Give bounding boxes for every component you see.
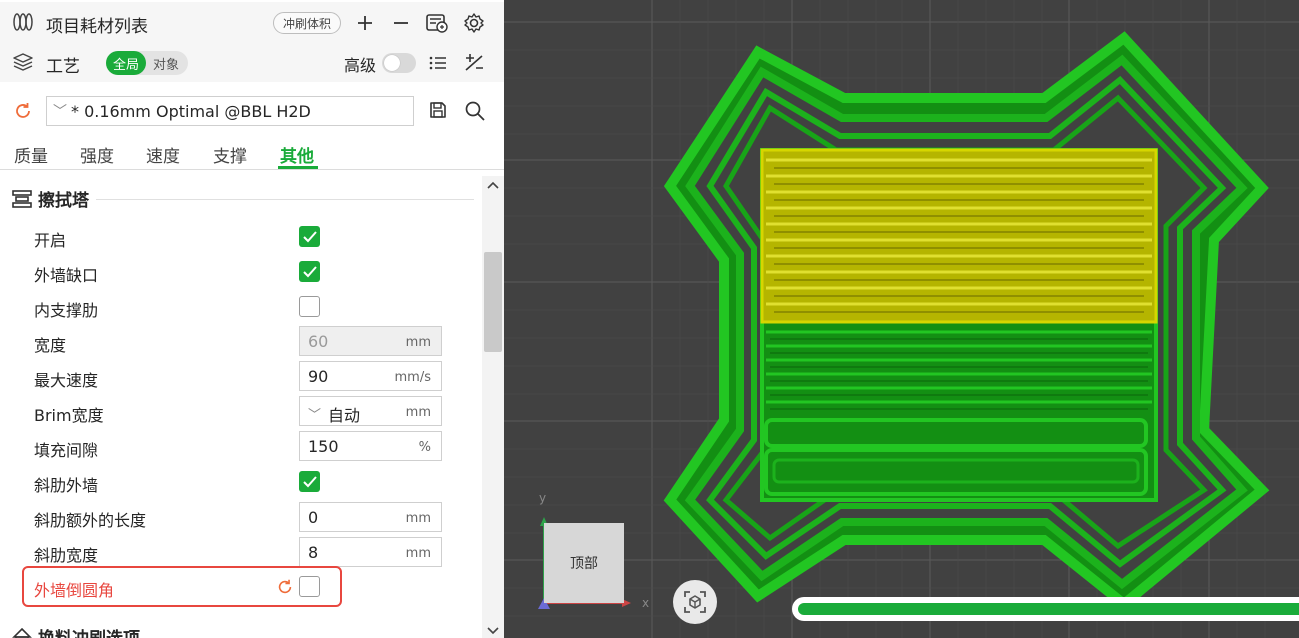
tab-speed[interactable]: 速度 — [146, 142, 180, 167]
option-fillet-wall-label: 外墙倒圆角 — [34, 581, 115, 600]
search-icon[interactable] — [464, 100, 486, 122]
section-prime-tower: 擦拭塔 — [12, 186, 89, 211]
toggle-knob — [384, 55, 400, 71]
flush-volume-button[interactable]: 冲刷体积 — [273, 12, 341, 34]
scroll-up-icon[interactable] — [486, 180, 500, 190]
option-rib-extra-length-unit: mm — [405, 511, 431, 526]
layer-slider[interactable] — [792, 597, 1299, 621]
settings-tabs: 质量 强度 速度 支撑 其他 — [0, 140, 504, 170]
reset-icon[interactable] — [13, 101, 33, 121]
remove-icon[interactable] — [391, 13, 411, 33]
option-rib-extra-length-label: 斜肋额外的长度 — [34, 511, 147, 530]
option-max-speed-label: 最大速度 — [34, 371, 99, 390]
scope-switch[interactable]: 全局 对象 — [106, 51, 188, 75]
save-icon[interactable] — [428, 100, 448, 120]
filament-title: 项目耗材列表 — [46, 17, 148, 37]
view-cube-label: 顶部 — [570, 556, 598, 572]
preset-select[interactable]: ﹀ * 0.16mm Optimal @BBL H2D — [46, 96, 414, 126]
option-width-value: 60 — [308, 332, 329, 351]
section-divider — [96, 199, 474, 200]
preset-name: * 0.16mm Optimal @BBL H2D — [71, 101, 311, 121]
ams-sync-icon[interactable] — [425, 12, 449, 34]
flush-icon — [12, 627, 32, 638]
option-rib-extra-length-value: 0 — [308, 508, 319, 527]
3d-viewport[interactable]: 顶部 y x — [504, 0, 1299, 638]
option-infill-gap-field[interactable]: 150 % — [299, 431, 442, 461]
option-inner-rib-label: 内支撑肋 — [34, 301, 99, 320]
scrollbar-thumb[interactable] — [484, 252, 502, 352]
option-inner-rib-checkbox[interactable] — [299, 296, 320, 317]
option-enable-checkbox[interactable] — [299, 226, 320, 247]
prime-tower-model — [663, 31, 1270, 611]
option-rib-wall-checkbox[interactable] — [299, 471, 320, 492]
chevron-down-icon: ﹀ — [308, 408, 322, 423]
auto-orient-button[interactable] — [673, 580, 717, 624]
option-enable-label: 开启 — [34, 231, 67, 250]
tab-quality[interactable]: 质量 — [14, 142, 48, 167]
tab-strength[interactable]: 强度 — [80, 142, 114, 167]
option-width-field[interactable]: 60 mm — [299, 326, 442, 356]
process-header: 工艺 全局 对象 高级 — [0, 42, 504, 82]
active-tab-indicator — [278, 166, 318, 169]
scrollbar-track[interactable] — [482, 176, 504, 638]
option-max-speed-value: 90 — [308, 367, 329, 386]
option-brim-width-unit: mm — [405, 405, 431, 420]
process-title: 工艺 — [46, 57, 80, 77]
settings-panel: 项目耗材列表 冲刷体积 工艺 全局 对象 高级 ﹀ * 0.16mm Optim… — [0, 0, 504, 638]
option-max-speed-unit: mm/s — [394, 370, 431, 385]
tab-others[interactable]: 其他 — [280, 142, 314, 167]
option-brim-width-select[interactable]: ﹀ 自动 mm — [299, 396, 442, 426]
compare-icon[interactable] — [463, 53, 485, 73]
orient-cube-icon — [682, 589, 708, 615]
scope-global-option[interactable]: 全局 — [106, 51, 146, 75]
option-rib-width-value: 8 — [308, 543, 319, 562]
option-wall-gap-label: 外墙缺口 — [34, 266, 99, 285]
option-infill-gap-unit: % — [418, 440, 431, 455]
section-title: 擦拭塔 — [38, 191, 89, 211]
scroll-down-icon[interactable] — [486, 626, 500, 636]
option-infill-gap-value: 150 — [308, 437, 339, 456]
option-max-speed-field[interactable]: 90 mm/s — [299, 361, 442, 391]
gear-icon[interactable] — [463, 12, 485, 34]
reset-icon[interactable] — [276, 578, 294, 596]
option-rib-width-label: 斜肋宽度 — [34, 546, 99, 565]
axis-y-label: y — [539, 491, 547, 505]
tab-support[interactable]: 支撑 — [213, 142, 247, 167]
option-infill-gap-label: 填充间隙 — [34, 441, 99, 460]
option-rib-wall-label: 斜肋外墙 — [34, 476, 99, 495]
advanced-toggle[interactable] — [382, 53, 416, 73]
prime-tower-icon — [12, 189, 32, 208]
option-wall-gap-checkbox[interactable] — [299, 261, 320, 282]
section-flush-options: 换料冲刷选项 — [12, 624, 140, 638]
option-brim-width-label: Brim宽度 — [34, 406, 104, 425]
scope-object-option[interactable]: 对象 — [146, 54, 186, 73]
option-rib-width-unit: mm — [405, 546, 431, 561]
option-brim-width-value: 自动 — [328, 406, 361, 425]
option-rib-extra-length-field[interactable]: 0 mm — [299, 502, 442, 532]
add-icon[interactable] — [355, 13, 375, 33]
option-rib-width-field[interactable]: 8 mm — [299, 537, 442, 567]
option-width-unit: mm — [405, 335, 431, 350]
advanced-label: 高级 — [344, 56, 377, 75]
axis-x-label: x — [642, 596, 650, 610]
option-width-label: 宽度 — [34, 336, 67, 355]
next-section-title: 换料冲刷选项 — [38, 624, 140, 638]
list-icon[interactable] — [428, 53, 448, 73]
view-cube[interactable]: 顶部 — [544, 523, 624, 603]
chevron-down-icon: ﹀ — [53, 104, 67, 120]
filament-header: 项目耗材列表 冲刷体积 — [0, 2, 504, 42]
option-fillet-wall-checkbox[interactable] — [299, 576, 320, 597]
layer-slider-fill — [798, 603, 1299, 615]
layers-icon — [12, 52, 34, 72]
filament-spool-icon — [12, 12, 34, 32]
